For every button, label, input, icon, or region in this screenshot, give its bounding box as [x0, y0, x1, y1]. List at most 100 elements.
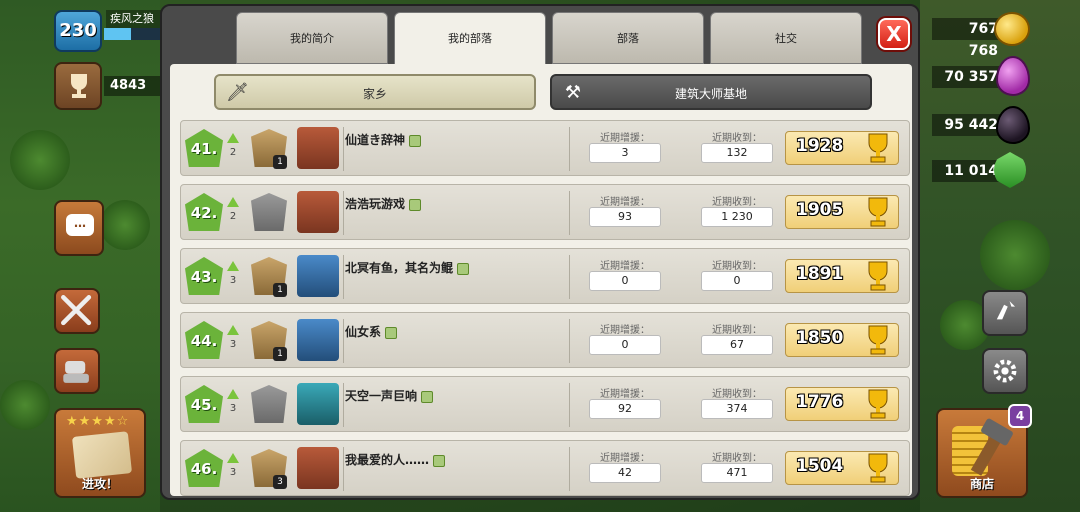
trophy-count: 4843: [104, 76, 160, 96]
received-label: 近期收到：: [712, 261, 762, 272]
member-rank: 41.: [190, 140, 218, 158]
tree: [100, 200, 150, 250]
divider: [343, 447, 344, 491]
note-icon: [457, 262, 470, 275]
received-value: 471: [701, 463, 773, 483]
donated-label: 近期增援：: [600, 389, 650, 400]
clan-panel: 我的简介 我的部落 部落 社交 X 🗡 家乡 ⚒ 建筑大师基地 41. 2 1 …: [160, 4, 920, 500]
note-icon: [409, 134, 422, 147]
note-icon: [421, 390, 434, 403]
sword-icon: 🗡: [226, 82, 249, 103]
builder-icon: [63, 360, 89, 383]
rank-change: 3: [229, 275, 237, 286]
tab-my-clan[interactable]: 我的部落: [394, 12, 546, 68]
unranked-shield-icon: [251, 193, 287, 231]
rank-change: 3: [229, 339, 237, 350]
hand-pointer-icon: [996, 301, 1016, 320]
donated-label: 近期增援：: [600, 197, 650, 208]
trophy-value: 1928: [796, 136, 844, 156]
settings-button[interactable]: [982, 348, 1028, 394]
gold-trophy-icon: [868, 389, 888, 419]
gold-trophy-icon: [868, 197, 888, 227]
unranked-shield-icon: [251, 385, 287, 423]
member-trophies: 1905: [785, 195, 899, 229]
divider: [569, 255, 570, 299]
star-rating: ★★★★☆: [66, 414, 130, 429]
received-value: 374: [701, 399, 773, 419]
divider: [569, 319, 570, 363]
crossed-hammers-icon: ⚒: [564, 82, 582, 103]
close-button[interactable]: X: [878, 18, 910, 50]
gesture-button[interactable]: [982, 290, 1028, 336]
note-icon: [433, 454, 446, 467]
map-icon: [71, 431, 133, 479]
rank-change: 3: [229, 467, 237, 478]
donated-label: 近期增援：: [600, 261, 650, 272]
chat-icon: …: [66, 214, 94, 236]
attack-button[interactable]: ★★★★☆ 进攻！: [54, 408, 146, 498]
donated-label: 近期增援：: [600, 453, 650, 464]
experience-level-badge[interactable]: 230: [54, 10, 102, 52]
divider: [569, 191, 570, 235]
divider: [343, 383, 344, 427]
clan-war-button[interactable]: [54, 288, 100, 334]
dark-elixir-icon: [996, 106, 1030, 144]
rank-up-arrow-icon: [227, 325, 239, 335]
member-row[interactable]: 46. 3 3 我最爱的人…… 近期增援： 42 近期收到： 471 1504: [180, 440, 910, 496]
tab-social[interactable]: 社交: [710, 12, 862, 64]
town-hall-icon: [297, 191, 339, 233]
attack-label: 进攻！: [81, 477, 118, 491]
tree: [10, 130, 70, 190]
donated-label: 近期增援：: [600, 133, 650, 144]
trophy-value: 1776: [796, 392, 844, 412]
received-value: 0: [701, 271, 773, 291]
trophy-badge[interactable]: [54, 62, 102, 110]
gold-icon: [994, 12, 1030, 46]
member-row[interactable]: 45. 3 天空一声巨响 近期增援： 92 近期收到： 374 1776: [180, 376, 910, 432]
trophy-value: 1905: [796, 200, 844, 220]
member-row[interactable]: 44. 3 1 仙女系 近期增援： 0 近期收到： 67 1850: [180, 312, 910, 368]
experience-bar-fill: [104, 28, 131, 40]
builder-base-toggle[interactable]: ⚒ 建筑大师基地: [550, 74, 872, 110]
tab-my-profile[interactable]: 我的简介: [236, 12, 388, 64]
trophy-value: 1504: [796, 456, 844, 476]
member-row[interactable]: 42. 2 浩浩玩游戏 近期增援： 93 近期收到： 1 230 1905: [180, 184, 910, 240]
town-hall-icon: [297, 447, 339, 489]
donated-value: 0: [589, 271, 661, 291]
tree: [980, 220, 1050, 290]
tab-clans[interactable]: 部落: [552, 12, 704, 64]
member-name: 浩浩玩游戏: [345, 195, 422, 212]
shop-label: 商店: [969, 477, 994, 491]
received-label: 近期收到：: [712, 197, 762, 208]
league-tier: 1: [273, 347, 287, 361]
shop-button[interactable]: 4 商店: [936, 404, 1032, 498]
received-value: 1 230: [701, 207, 773, 227]
league-tier: 1: [273, 155, 287, 169]
member-row[interactable]: 41. 2 1 仙道き辞神 近期增援： 3 近期收到： 132 1928: [180, 120, 910, 176]
received-label: 近期收到：: [712, 453, 762, 464]
donated-value: 42: [589, 463, 661, 483]
trophy-value: 1891: [796, 264, 844, 284]
rank-change: 2: [229, 147, 237, 158]
trophy-value: 1850: [796, 328, 844, 348]
donated-value: 93: [589, 207, 661, 227]
donated-value: 0: [589, 335, 661, 355]
rank-up-arrow-icon: [227, 389, 239, 399]
rank-up-arrow-icon: [227, 453, 239, 463]
elixir-icon: [996, 56, 1030, 96]
player-name: 疾风之狼: [106, 10, 166, 28]
league-tier: 3: [273, 475, 287, 489]
chat-button[interactable]: …: [54, 200, 104, 256]
home-village-toggle[interactable]: 🗡 家乡: [214, 74, 536, 110]
divider: [343, 127, 344, 171]
member-trophies: 1928: [785, 131, 899, 165]
divider: [569, 383, 570, 427]
experience-bar: [104, 28, 160, 40]
divider: [343, 255, 344, 299]
member-name: 天空一声巨响: [345, 387, 434, 404]
member-row[interactable]: 43. 3 1 北冥有鱼，其名为鲲 近期增援： 0 近期收到： 0 1891: [180, 248, 910, 304]
rank-change: 2: [229, 211, 237, 222]
builder-button[interactable]: [54, 348, 100, 394]
crossed-swords-icon: [61, 295, 92, 326]
note-icon: [385, 326, 398, 339]
